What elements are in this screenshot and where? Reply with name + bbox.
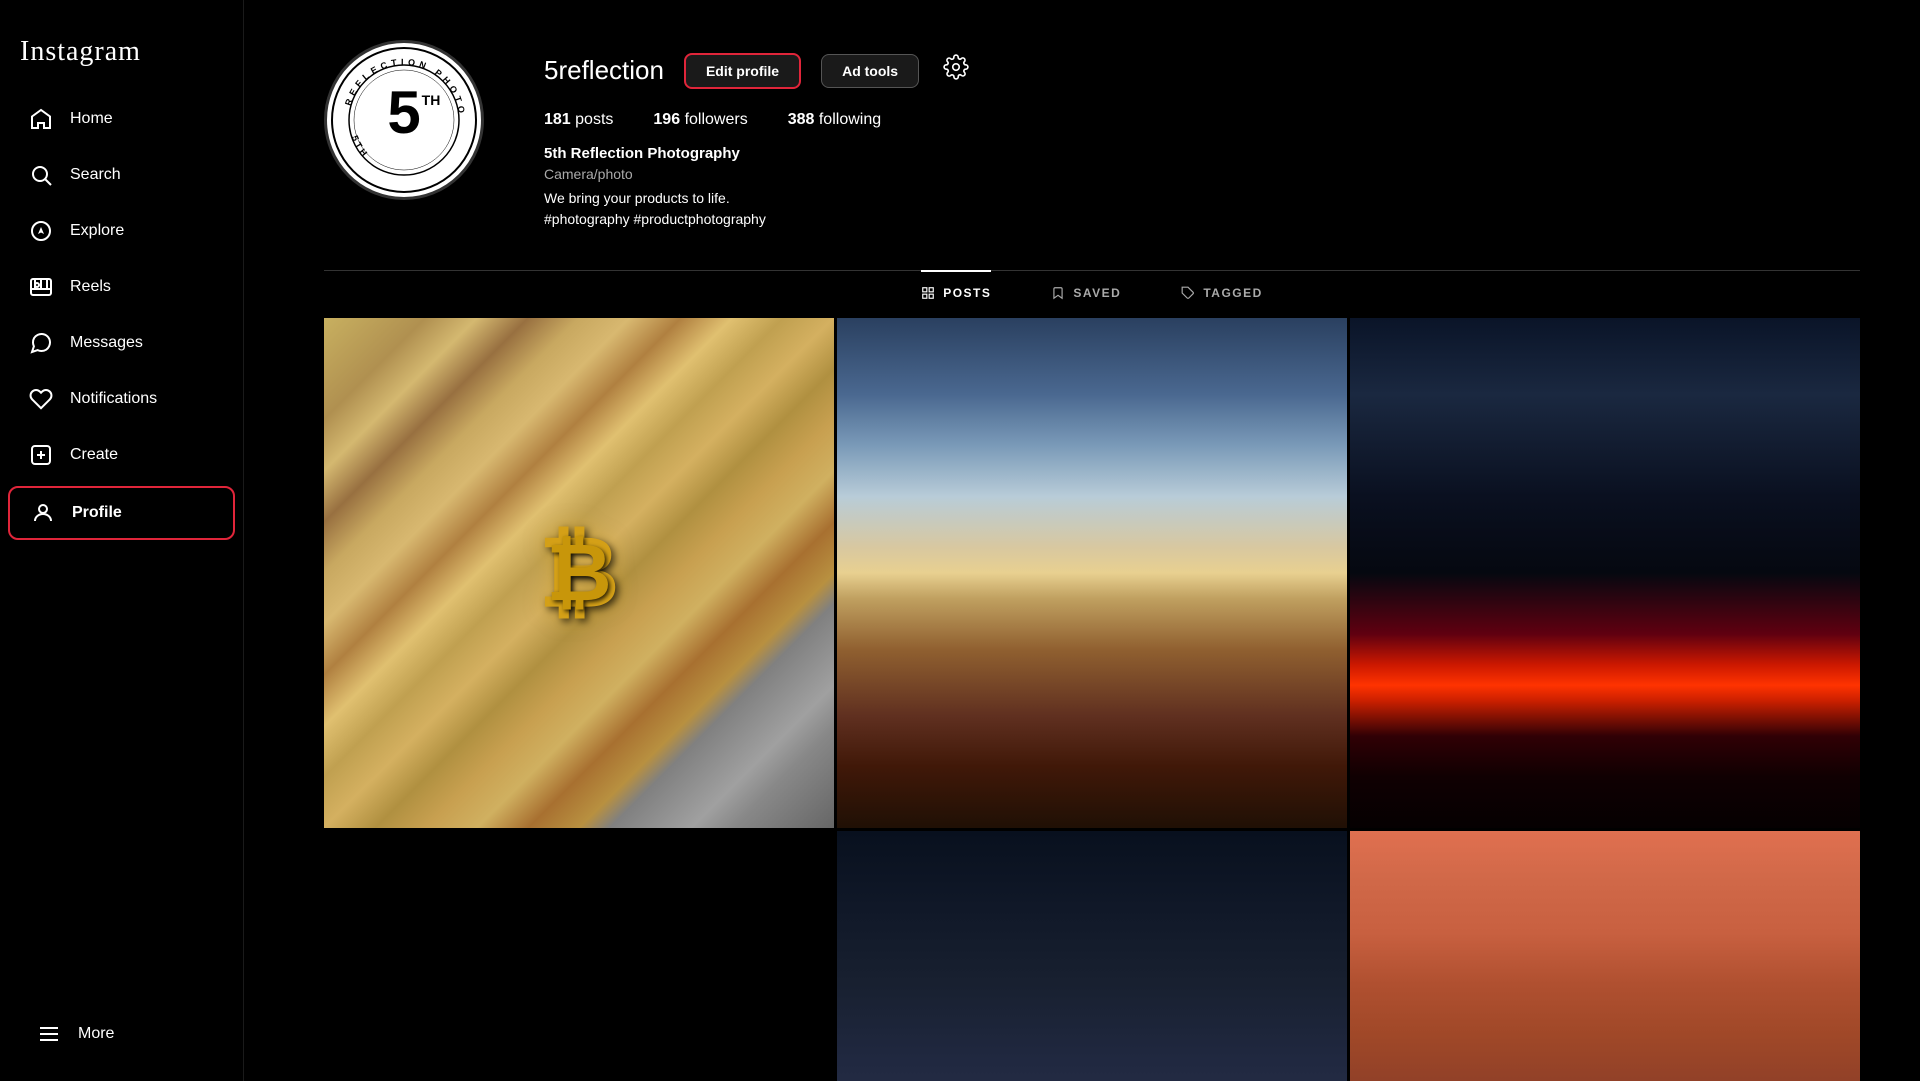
more-button[interactable]: More <box>8 1009 235 1059</box>
edit-profile-button[interactable]: Edit profile <box>684 53 801 89</box>
reels-icon <box>28 274 54 300</box>
sidebar-item-create[interactable]: Create <box>8 430 235 480</box>
tab-posts-label: POSTS <box>943 286 991 300</box>
profile-header: REFLECTION PHOTOGRAPHY 5TH 5 TH 5reflect… <box>324 40 1860 230</box>
followers-label: followers <box>685 111 748 128</box>
sidebar-item-reels-label: Reels <box>70 278 111 296</box>
sidebar-item-messages-label: Messages <box>70 334 143 352</box>
profile-bio: We bring your products to life. #photogr… <box>544 188 1860 230</box>
sidebar: Instagram Home Search <box>0 0 244 1081</box>
sidebar-nav: Home Search Explore <box>0 92 243 1007</box>
photo-cell[interactable] <box>837 318 1347 828</box>
sidebar-item-notifications-label: Notifications <box>70 390 157 408</box>
sidebar-item-messages[interactable]: Messages <box>8 318 235 368</box>
sidebar-item-search[interactable]: Search <box>8 150 235 200</box>
sidebar-item-create-label: Create <box>70 446 118 464</box>
notifications-icon <box>28 386 54 412</box>
more-label: More <box>78 1025 114 1043</box>
explore-icon <box>28 218 54 244</box>
svg-text:TH: TH <box>422 92 441 108</box>
main-content: REFLECTION PHOTOGRAPHY 5TH 5 TH 5reflect… <box>244 0 1920 1081</box>
sidebar-item-reels[interactable]: Reels <box>8 262 235 312</box>
tab-saved-label: SAVED <box>1073 286 1121 300</box>
more-icon <box>36 1021 62 1047</box>
tab-posts[interactable]: POSTS <box>921 270 991 314</box>
profile-tabs: POSTS SAVED TAGGED <box>324 270 1860 314</box>
search-icon <box>28 162 54 188</box>
posts-count: 181 <box>544 111 571 128</box>
sidebar-item-explore-label: Explore <box>70 222 124 240</box>
photo-cell[interactable] <box>1350 831 1860 1081</box>
photo-grid: ₿ <box>324 318 1860 1081</box>
photo-cell[interactable] <box>1350 318 1860 828</box>
sidebar-item-home-label: Home <box>70 110 113 128</box>
create-icon <box>28 442 54 468</box>
tab-tagged[interactable]: TAGGED <box>1181 270 1262 314</box>
profile-category: Camera/photo <box>544 166 1860 182</box>
photo-cell[interactable]: ₿ <box>324 318 834 828</box>
sidebar-item-explore[interactable]: Explore <box>8 206 235 256</box>
sidebar-item-profile[interactable]: Profile <box>8 486 235 540</box>
profile-icon <box>30 500 56 526</box>
avatar: REFLECTION PHOTOGRAPHY 5TH 5 TH <box>324 40 484 200</box>
followers-count: 196 <box>653 111 680 128</box>
username: 5reflection <box>544 55 664 86</box>
following-label: following <box>819 111 881 128</box>
sidebar-item-notifications[interactable]: Notifications <box>8 374 235 424</box>
profile-info: 5reflection Edit profile Ad tools 181 po… <box>544 40 1860 230</box>
ad-tools-button[interactable]: Ad tools <box>821 54 919 88</box>
tab-saved[interactable]: SAVED <box>1051 270 1121 314</box>
app-logo: Instagram <box>0 20 243 92</box>
settings-button[interactable] <box>939 50 973 91</box>
posts-label: posts <box>575 111 613 128</box>
svg-text:5: 5 <box>387 79 420 146</box>
sidebar-item-home[interactable]: Home <box>8 94 235 144</box>
tab-tagged-label: TAGGED <box>1203 286 1262 300</box>
sidebar-item-search-label: Search <box>70 166 121 184</box>
following-count: 388 <box>788 111 815 128</box>
followers-stat: 196 followers <box>653 111 747 129</box>
posts-stat: 181 posts <box>544 111 613 129</box>
messages-icon <box>28 330 54 356</box>
username-row: 5reflection Edit profile Ad tools <box>544 50 1860 91</box>
profile-stats: 181 posts 196 followers 388 following <box>544 111 1860 129</box>
sidebar-item-profile-label: Profile <box>72 504 122 522</box>
home-icon <box>28 106 54 132</box>
photo-cell[interactable] <box>837 831 1347 1081</box>
display-name: 5th Reflection Photography <box>544 145 1860 162</box>
following-stat: 388 following <box>788 111 881 129</box>
